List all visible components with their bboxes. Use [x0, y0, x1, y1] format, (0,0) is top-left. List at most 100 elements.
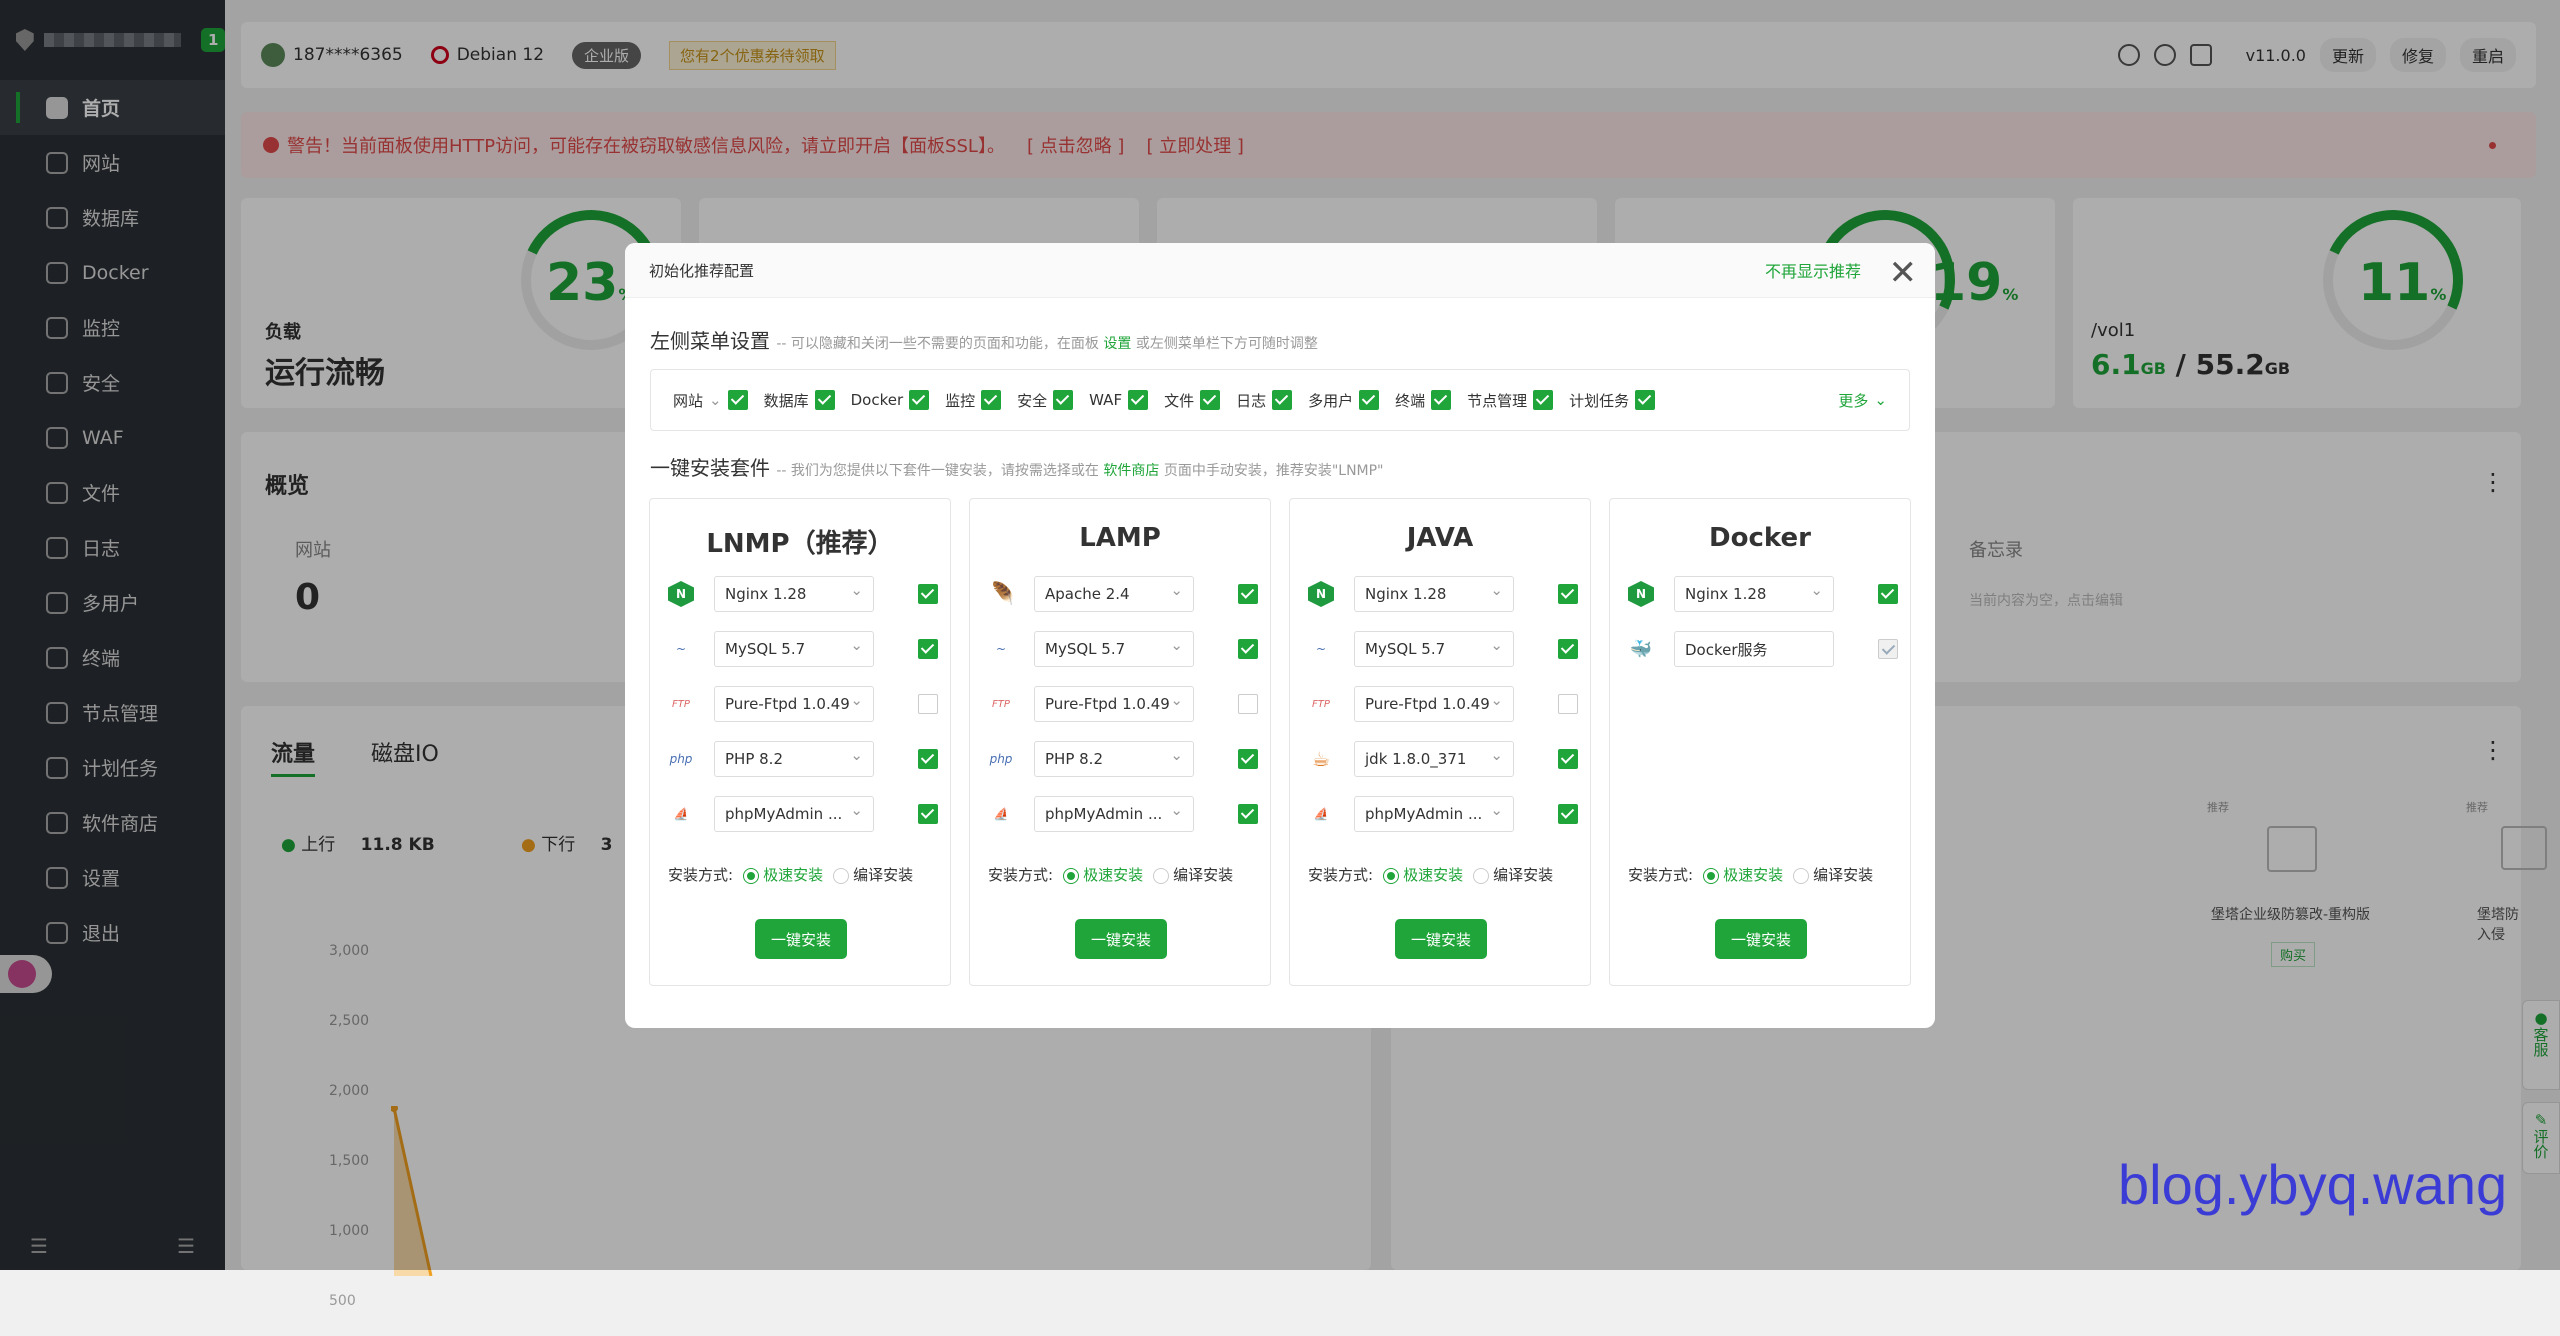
install-button[interactable]: 一键安装	[1075, 919, 1167, 959]
menu-toggle-cron[interactable]: 计划任务	[1569, 390, 1656, 411]
package-checkbox[interactable]	[918, 584, 938, 604]
compile-install-radio[interactable]: 编译安装	[1793, 864, 1873, 885]
package-java: JAVA N Nginx 1.28 ~ MySQL 5.7 FTP Pure-Ftpd…	[1289, 498, 1591, 986]
package-title: LNMP（推荐）	[706, 529, 894, 559]
package-checkbox[interactable]	[1558, 749, 1578, 769]
version-select[interactable]: MySQL 5.7	[714, 631, 874, 667]
package-lamp: LAMP 🪶 Apache 2.4 ~ MySQL 5.7 FTP Pure-Ftpd…	[969, 498, 1271, 986]
ftp-icon: FTP	[992, 698, 1010, 710]
menu-toggle-terminal[interactable]: 终端	[1395, 390, 1452, 411]
menu-toggle-logs[interactable]: 日志	[1236, 390, 1293, 411]
docker-service-field: Docker服务	[1674, 631, 1834, 667]
menu-toggle-database[interactable]: 数据库	[764, 390, 835, 411]
compile-install-radio[interactable]: 编译安装	[833, 864, 913, 885]
ftp-icon: FTP	[1312, 698, 1330, 710]
settings-link[interactable]: 设置	[1103, 336, 1131, 352]
version-select[interactable]: Pure-Ftpd 1.0.49	[1354, 686, 1514, 722]
store-link[interactable]: 软件商店	[1103, 463, 1159, 479]
package-checkbox[interactable]	[1238, 694, 1258, 714]
php-icon: php	[989, 752, 1013, 766]
menu-toggle-nodes[interactable]: 节点管理	[1467, 390, 1554, 411]
package-checkbox[interactable]	[918, 749, 938, 769]
package-lnmp: LNMP（推荐） N Nginx 1.28 ~ MySQL 5.7 FTP Pure-…	[649, 498, 951, 986]
package-checkbox[interactable]	[1238, 584, 1258, 604]
version-select[interactable]: PHP 8.2	[714, 741, 874, 777]
version-select[interactable]: jdk 1.8.0_371	[1354, 741, 1514, 777]
version-select[interactable]: PHP 8.2	[1034, 741, 1194, 777]
package-checkbox[interactable]	[1558, 804, 1578, 824]
dismiss-link[interactable]: 不再显示推荐	[1765, 258, 1861, 282]
version-select[interactable]: phpMyAdmin ...	[714, 796, 874, 832]
version-select[interactable]: MySQL 5.7	[1034, 631, 1194, 667]
close-icon[interactable]: ✕	[1889, 253, 1918, 293]
menu-settings-title: 左侧菜单设置 -- 可以隐藏和关闭一些不需要的页面和功能，在面板 设置 或左侧菜…	[650, 329, 1318, 353]
docker-icon: 🐳	[1629, 638, 1653, 660]
compile-install-radio[interactable]: 编译安装	[1473, 864, 1553, 885]
method-label: 安装方式:	[1308, 866, 1374, 884]
more-toggle[interactable]: 更多 ⌄	[1838, 390, 1887, 411]
version-select[interactable]: MySQL 5.7	[1354, 631, 1514, 667]
version-select[interactable]: phpMyAdmin ...	[1034, 796, 1194, 832]
method-label: 安装方式:	[668, 866, 734, 884]
mysql-icon: ~	[675, 642, 687, 656]
version-select[interactable]: Nginx 1.28	[714, 576, 874, 612]
phpmyadmin-icon: ⛵	[673, 807, 689, 821]
ftp-icon: FTP	[672, 698, 690, 710]
modal-title: 初始化推荐配置	[649, 261, 755, 280]
menu-toggle-docker[interactable]: Docker	[851, 390, 930, 410]
watermark-text: blog.ybyq.wang	[2118, 1153, 2508, 1216]
menu-toggle-waf[interactable]: WAF	[1089, 390, 1149, 410]
install-button[interactable]: 一键安装	[755, 919, 847, 959]
install-suite-title: 一键安装套件 -- 我们为您提供以下套件一键安装，请按需选择或在 软件商店 页面…	[650, 456, 1384, 480]
version-select[interactable]: phpMyAdmin ...	[1354, 796, 1514, 832]
package-checkbox[interactable]	[918, 804, 938, 824]
version-select[interactable]: Apache 2.4	[1034, 576, 1194, 612]
package-title: JAVA	[1406, 523, 1474, 553]
method-label: 安装方式:	[1628, 866, 1694, 884]
apache-icon: 🪶	[987, 581, 1015, 607]
init-config-modal: 初始化推荐配置 不再显示推荐 ✕ 左侧菜单设置 -- 可以隐藏和关闭一些不需要的…	[625, 243, 1935, 1028]
mysql-icon: ~	[1315, 642, 1327, 656]
package-title: Docker	[1709, 523, 1811, 553]
nginx-icon: N	[1628, 581, 1654, 607]
fast-install-radio[interactable]: 极速安装	[743, 864, 823, 885]
y-tick: 500	[329, 1293, 356, 1309]
package-checkbox[interactable]	[918, 694, 938, 714]
package-docker: Docker N Nginx 1.28 🐳 Docker服务 安装方式: 极速安装编译…	[1609, 498, 1911, 986]
menu-toggle-users[interactable]: 多用户	[1308, 390, 1380, 411]
package-checkbox	[1878, 639, 1898, 659]
menu-toggle-row: 网站 ⌄ 数据库 Docker 监控 安全 WAF 文件 日志 多用户 终端 节点…	[650, 369, 1910, 431]
menu-toggle-monitor[interactable]: 监控	[945, 390, 1002, 411]
method-label: 安装方式:	[988, 866, 1054, 884]
package-checkbox[interactable]	[1238, 804, 1258, 824]
package-checkbox[interactable]	[1238, 639, 1258, 659]
package-checkbox[interactable]	[1558, 584, 1578, 604]
fast-install-radio[interactable]: 极速安装	[1703, 864, 1783, 885]
menu-toggle-security[interactable]: 安全	[1017, 390, 1074, 411]
version-select[interactable]: Pure-Ftpd 1.0.49	[1034, 686, 1194, 722]
menu-toggle-website[interactable]: 网站 ⌄	[673, 390, 748, 411]
fast-install-radio[interactable]: 极速安装	[1383, 864, 1463, 885]
package-checkbox[interactable]	[1238, 749, 1258, 769]
install-button[interactable]: 一键安装	[1715, 919, 1807, 959]
php-icon: php	[669, 752, 693, 766]
package-checkbox[interactable]	[1878, 584, 1898, 604]
package-checkbox[interactable]	[918, 639, 938, 659]
package-checkbox[interactable]	[1558, 694, 1578, 714]
package-title: LAMP	[1079, 523, 1161, 553]
mysql-icon: ~	[995, 642, 1007, 656]
compile-install-radio[interactable]: 编译安装	[1153, 864, 1233, 885]
package-checkbox[interactable]	[1558, 639, 1578, 659]
phpmyadmin-icon: ⛵	[1313, 807, 1329, 821]
menu-toggle-files[interactable]: 文件	[1164, 390, 1221, 411]
nginx-icon: N	[1308, 581, 1334, 607]
version-select[interactable]: Nginx 1.28	[1674, 576, 1834, 612]
phpmyadmin-icon: ⛵	[993, 807, 1009, 821]
version-select[interactable]: Nginx 1.28	[1354, 576, 1514, 612]
install-button[interactable]: 一键安装	[1395, 919, 1487, 959]
nginx-icon: N	[668, 581, 694, 607]
fast-install-radio[interactable]: 极速安装	[1063, 864, 1143, 885]
modal-header: 初始化推荐配置 不再显示推荐 ✕	[625, 243, 1935, 298]
java-icon: ☕	[1312, 747, 1330, 771]
version-select[interactable]: Pure-Ftpd 1.0.49	[714, 686, 874, 722]
